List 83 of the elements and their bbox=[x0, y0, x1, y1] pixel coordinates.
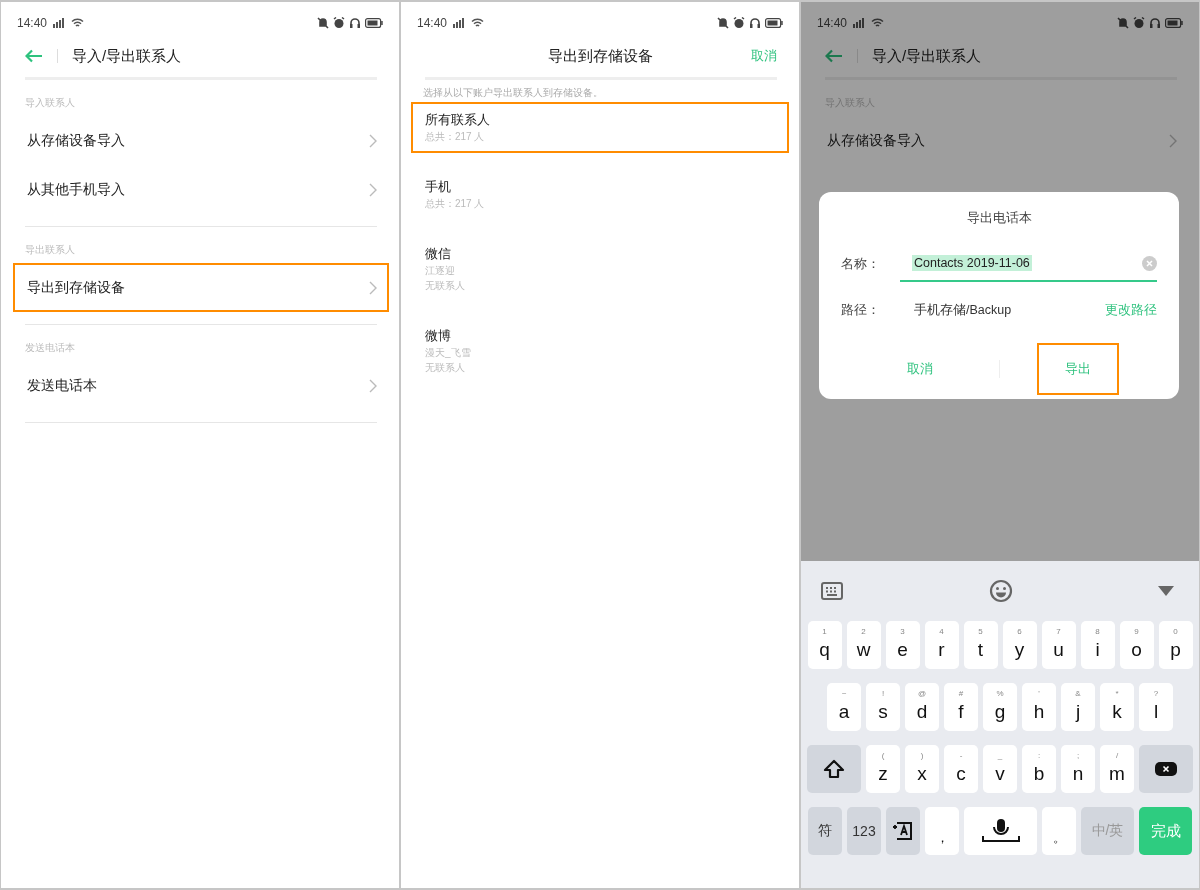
keyboard-key[interactable]: ! s bbox=[866, 683, 900, 731]
microphone-icon bbox=[980, 818, 1021, 844]
field-label: 名称： bbox=[841, 255, 881, 273]
page-title: 导入/导出联系人 bbox=[72, 46, 182, 66]
emoji-icon[interactable] bbox=[988, 579, 1013, 603]
layout-key[interactable] bbox=[886, 807, 920, 855]
instruction-text: 选择从以下账户导出联系人到存储设备。 bbox=[422, 86, 604, 100]
path-value: 手机存储/Backup bbox=[913, 301, 1013, 319]
bell-off-icon bbox=[1117, 17, 1129, 29]
keyboard-key[interactable]: ' h bbox=[1022, 683, 1056, 731]
keyboard-key[interactable]: # f bbox=[944, 683, 978, 731]
shift-key[interactable] bbox=[807, 745, 861, 793]
field-label: 路径： bbox=[841, 301, 881, 319]
backspace-key[interactable] bbox=[1139, 745, 1193, 793]
page-title: 导出到存储设备 bbox=[547, 46, 653, 66]
status-time: 14:40 bbox=[17, 16, 48, 30]
keyboard-key[interactable]: 123 bbox=[847, 807, 881, 855]
keyboard-key[interactable]: % g bbox=[983, 683, 1017, 731]
account-item[interactable]: 微信 江逐迎 无联系人 bbox=[411, 236, 789, 302]
keyboard-key[interactable]: 6 y bbox=[1002, 621, 1037, 669]
chevron-right-icon bbox=[369, 133, 377, 148]
keyboard-key[interactable]: _ v bbox=[983, 745, 1017, 793]
bell-off-icon bbox=[317, 17, 329, 29]
menu-item[interactable]: 从其他手机导入 bbox=[13, 165, 389, 214]
status-time: 14:40 bbox=[417, 16, 448, 30]
keyboard-key[interactable]: - c bbox=[944, 745, 978, 793]
keyboard-key[interactable]: : b bbox=[1022, 745, 1056, 793]
name-field[interactable]: Contacts 2019-11-06 bbox=[900, 246, 1157, 282]
keyboard-key[interactable]: 5 t bbox=[963, 621, 998, 669]
chevron-right-icon bbox=[1169, 133, 1177, 148]
keyboard-key[interactable]: 9 o bbox=[1119, 621, 1154, 669]
headphones-icon bbox=[1149, 17, 1161, 29]
keyboard-key[interactable]: ( z bbox=[866, 745, 900, 793]
shift-arrow-icon bbox=[823, 759, 845, 779]
keyboard-key[interactable]: ， bbox=[925, 807, 959, 855]
chevron-right-icon bbox=[369, 182, 377, 197]
chevron-right-icon bbox=[369, 280, 377, 295]
keyboard-key[interactable]: 2 w bbox=[846, 621, 881, 669]
keyboard-key[interactable]: 3 e bbox=[885, 621, 920, 669]
keyboard-key[interactable]: & j bbox=[1061, 683, 1095, 731]
menu-item[interactable]: 导出到存储设备 bbox=[13, 263, 389, 312]
section-label: 导出联系人 bbox=[24, 243, 76, 257]
page-title: 导入/导出联系人 bbox=[872, 46, 982, 66]
collapse-triangle-icon[interactable] bbox=[1158, 586, 1174, 596]
alarm-icon bbox=[333, 17, 345, 29]
battery-icon bbox=[1165, 18, 1183, 28]
headphones-icon bbox=[349, 17, 361, 29]
keyboard-key[interactable]: ~ a bbox=[827, 683, 861, 731]
battery-icon bbox=[365, 18, 383, 28]
keyboard-key[interactable]: ; n bbox=[1061, 745, 1095, 793]
section-label: 导入联系人 bbox=[24, 96, 76, 110]
backspace-icon bbox=[1155, 762, 1177, 776]
space-key[interactable] bbox=[964, 807, 1037, 855]
status-time: 14:40 bbox=[817, 16, 848, 30]
keyboard-key[interactable]: 8 i bbox=[1080, 621, 1115, 669]
dialog-title: 导出电话本 bbox=[965, 210, 1033, 227]
menu-item[interactable]: 从存储设备导入 bbox=[813, 116, 1189, 165]
keyboard-icon[interactable] bbox=[821, 582, 843, 600]
wifi-icon bbox=[871, 18, 885, 28]
keyboard-key[interactable]: ? l bbox=[1139, 683, 1173, 731]
keyboard-key[interactable]: 。 bbox=[1042, 807, 1076, 855]
section-label: 发送电话本 bbox=[24, 341, 76, 355]
wifi-icon bbox=[71, 18, 85, 28]
keyboard-key[interactable]: 符 bbox=[808, 807, 842, 855]
keyboard-key[interactable]: 4 r bbox=[924, 621, 959, 669]
menu-item[interactable]: 从存储设备导入 bbox=[13, 116, 389, 165]
alarm-icon bbox=[1133, 17, 1145, 29]
keyboard-key[interactable]: 1 q bbox=[807, 621, 842, 669]
wifi-icon bbox=[471, 18, 485, 28]
text-layout-icon bbox=[893, 821, 913, 841]
keyboard-key[interactable]: @ d bbox=[905, 683, 939, 731]
keyboard-key[interactable]: ) x bbox=[905, 745, 939, 793]
account-item[interactable]: 微博 漫天_飞雪 无联系人 bbox=[411, 318, 789, 384]
bell-off-icon bbox=[717, 17, 729, 29]
keyboard-key[interactable]: 7 u bbox=[1041, 621, 1076, 669]
headphones-icon bbox=[749, 17, 761, 29]
battery-icon bbox=[765, 18, 783, 28]
keyboard-key[interactable]: / m bbox=[1100, 745, 1134, 793]
menu-item[interactable]: 发送电话本 bbox=[13, 361, 389, 410]
keyboard-key[interactable]: 0 p bbox=[1158, 621, 1193, 669]
alarm-icon bbox=[733, 17, 745, 29]
keyboard-key[interactable]: * k bbox=[1100, 683, 1134, 731]
chevron-right-icon bbox=[369, 378, 377, 393]
